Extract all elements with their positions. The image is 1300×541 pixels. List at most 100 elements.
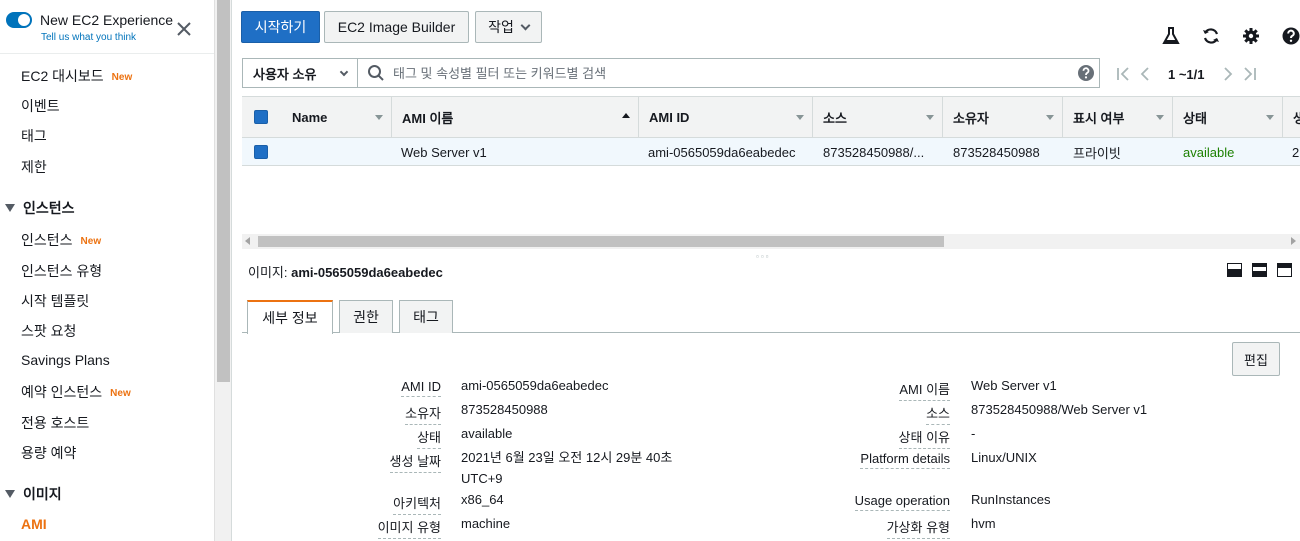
edit-button[interactable]: 편집 (1232, 342, 1280, 376)
sidebar-item-dedicated-hosts[interactable]: 전용 호스트 (21, 413, 89, 433)
tab-permissions[interactable]: 권한 (339, 300, 393, 333)
field-label-platform-details: Platform details (860, 451, 950, 469)
last-page-icon[interactable] (1239, 63, 1261, 85)
collapse-triangle-icon (5, 490, 15, 498)
owner-filter-select[interactable]: 사용자 소유 (243, 59, 358, 87)
search-help-icon[interactable] (1077, 64, 1095, 82)
scroll-left-icon[interactable] (245, 237, 250, 245)
tab-tags[interactable]: 태그 (399, 300, 453, 333)
field-value-source: 873528450988/Web Server v1 (971, 402, 1148, 417)
sort-icon (796, 115, 804, 120)
select-all-checkbox[interactable] (254, 110, 268, 124)
field-value-usage-operation: RunInstances (971, 492, 1051, 507)
feedback-link[interactable]: Tell us what you think (41, 32, 136, 43)
field-value-platform-details: Linux/UNIX (971, 450, 1037, 465)
field-label-usage-operation: Usage operation (854, 493, 950, 511)
refresh-icon[interactable] (1201, 26, 1221, 46)
column-header-ami-name[interactable]: AMI 이름 (392, 97, 639, 137)
gear-icon[interactable] (1241, 26, 1261, 46)
field-label-status: 상태 (417, 427, 441, 449)
field-label-creation-date: 생성 날짜 (389, 451, 441, 473)
sort-icon (1266, 115, 1274, 120)
sort-ascending-icon (622, 113, 630, 118)
sidebar-section-images[interactable]: 이미지 (5, 484, 62, 504)
table-horizontal-scrollbar[interactable] (242, 234, 1300, 249)
help-icon[interactable] (1281, 26, 1300, 46)
field-label-architecture: 아키텍처 (393, 493, 441, 515)
select-all-cell (242, 97, 282, 137)
row-checkbox[interactable] (254, 145, 268, 159)
table-row[interactable]: Web Server v1 ami-0565059da6eabedec 8735… (242, 138, 1300, 166)
pane-resize-handle[interactable]: ▫▫▫ (756, 252, 771, 261)
sidebar: New EC2 Experience Tell us what you thin… (0, 0, 232, 541)
sidebar-item-spot-requests[interactable]: 스팟 요청 (21, 321, 76, 341)
field-value-architecture: x86_64 (461, 492, 504, 507)
cell-name (292, 138, 392, 166)
field-value-ami-name: Web Server v1 (971, 378, 1057, 393)
column-header-ami-id[interactable]: AMI ID (639, 97, 813, 137)
scroll-right-icon[interactable] (1291, 237, 1296, 245)
sidebar-item-launch-templates[interactable]: 시작 템플릿 (21, 291, 89, 311)
sidebar-item-events[interactable]: 이벤트 (21, 96, 60, 116)
next-page-icon[interactable] (1217, 63, 1239, 85)
cell-created: 2 (1292, 144, 1300, 160)
field-value-ami-id: ami-0565059da6eabedec (461, 378, 609, 393)
chevron-down-icon (520, 20, 531, 30)
field-label-image-type: 이미지 유형 (377, 517, 441, 539)
column-header-owner[interactable]: 소유자 (943, 97, 1063, 137)
field-label-owner: 소유자 (405, 403, 441, 425)
table-scrollbar-thumb[interactable] (258, 236, 944, 247)
layout-top-icon[interactable] (1277, 263, 1292, 277)
sidebar-scrollbar[interactable] (214, 0, 231, 541)
cell-ami-name: Web Server v1 (401, 144, 487, 160)
image-builder-button[interactable]: EC2 Image Builder (324, 11, 469, 43)
flask-icon[interactable] (1161, 26, 1181, 46)
collapse-triangle-icon (5, 204, 15, 212)
table-header: Name AMI 이름 AMI ID 소스 소유자 표시 여부 상태 생 (242, 97, 1300, 138)
field-value-creation-timezone: UTC+9 (461, 471, 503, 486)
tab-details[interactable]: 세부 정보 (247, 300, 333, 334)
filter-bar: 사용자 소유 (242, 58, 1100, 88)
new-experience-banner: New EC2 Experience Tell us what you thin… (0, 0, 214, 54)
page-range-text: 1 ~1/1 (1168, 66, 1205, 82)
new-badge: New (110, 388, 131, 399)
cell-source: 873528450988/... (823, 144, 925, 160)
new-badge: New (80, 236, 102, 247)
sidebar-item-instances[interactable]: 인스턴스 New (21, 230, 101, 250)
cell-owner: 873528450988 (953, 144, 1040, 160)
column-header-created[interactable]: 생 (1283, 97, 1300, 137)
column-header-visibility[interactable]: 표시 여부 (1063, 97, 1173, 137)
sidebar-item-tags[interactable]: 태그 (21, 126, 47, 146)
actions-button[interactable]: 작업 (475, 11, 542, 43)
new-badge: New (111, 72, 133, 83)
sidebar-scrollbar-thumb[interactable] (217, 0, 230, 382)
field-label-ami-name: AMI 이름 (899, 379, 950, 401)
field-value-owner: 873528450988 (461, 402, 548, 417)
column-header-source[interactable]: 소스 (813, 97, 943, 137)
detail-pane-title: 이미지: ami-0565059da6eabedec (248, 265, 443, 280)
field-value-status-reason: - (971, 426, 976, 441)
close-icon[interactable] (175, 20, 193, 38)
search-input[interactable] (393, 62, 1063, 84)
layout-bottom-icon[interactable] (1227, 263, 1242, 277)
column-header-name[interactable]: Name (282, 97, 392, 137)
layout-split-icon[interactable] (1252, 263, 1267, 277)
sidebar-item-reserved-instances[interactable]: 예약 인스턴스 New (21, 382, 131, 402)
first-page-icon[interactable] (1112, 63, 1134, 85)
column-header-status[interactable]: 상태 (1173, 97, 1283, 137)
sidebar-item-capacity-reservations[interactable]: 용량 예약 (21, 443, 76, 463)
pagination: 1 ~1/1 (1112, 62, 1261, 86)
sort-icon (375, 115, 383, 120)
new-experience-toggle[interactable] (6, 12, 32, 28)
cell-status: available (1183, 144, 1235, 160)
sort-icon (926, 115, 934, 120)
main-content: 시작하기 EC2 Image Builder 작업 사용자 소유 태그 및 속성… (232, 0, 1300, 541)
sidebar-item-savings-plans[interactable]: Savings Plans (21, 352, 110, 368)
sidebar-item-limits[interactable]: 제한 (21, 157, 47, 177)
launch-button[interactable]: 시작하기 (241, 11, 320, 43)
sidebar-item-ami[interactable]: AMI (21, 516, 47, 532)
sidebar-section-instances[interactable]: 인스턴스 (5, 198, 75, 218)
sidebar-item-instance-types[interactable]: 인스턴스 유형 (21, 261, 102, 281)
sidebar-item-ec2-dashboard[interactable]: EC2 대시보드 New (21, 66, 132, 86)
previous-page-icon[interactable] (1134, 63, 1156, 85)
